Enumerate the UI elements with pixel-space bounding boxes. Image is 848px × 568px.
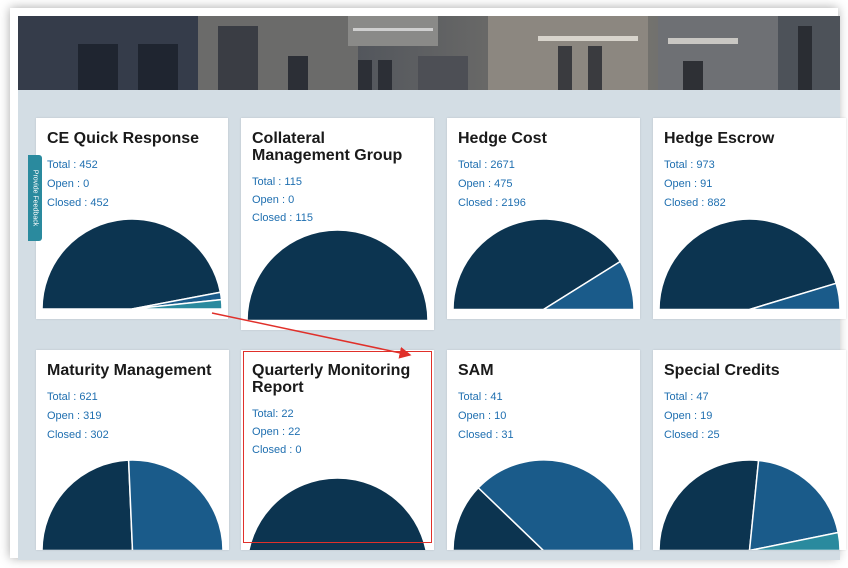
card-title: Quarterly Monitoring Report — [252, 362, 411, 396]
card-closed: Closed : 0 — [252, 444, 302, 456]
header-banner-image — [18, 16, 840, 90]
pie-slice[interactable] — [246, 229, 429, 322]
pie-slice[interactable] — [247, 477, 428, 550]
card-open: Open : 0 — [47, 178, 90, 190]
card-open: Open : 22 — [252, 426, 301, 438]
card-open: Open : 19 — [664, 410, 713, 422]
card-open: Open : 0 — [252, 194, 295, 206]
status-half-pie-chart — [658, 218, 841, 311]
card-closed: Closed : 25 — [664, 429, 720, 441]
status-half-pie-chart — [658, 459, 841, 550]
card-title: SAM — [458, 362, 494, 379]
card-open: Open : 319 — [47, 410, 102, 422]
status-half-pie-chart — [246, 229, 429, 322]
card-total: Total: 22 — [252, 408, 294, 420]
card-title: Hedge Cost — [458, 130, 547, 147]
card-title: Hedge Escrow — [664, 130, 775, 147]
status-half-pie-chart — [41, 459, 224, 550]
card-sam[interactable]: SAM Total : 41 Open : 10 Closed : 31 — [447, 350, 640, 550]
card-title: Collateral Management Group — [252, 130, 403, 164]
card-total: Total : 47 — [664, 391, 709, 403]
card-hedge-cost[interactable]: Hedge Cost Total : 2671 Open : 475 Close… — [447, 118, 640, 319]
building-photo — [18, 16, 840, 90]
card-total: Total : 2671 — [458, 159, 515, 171]
card-closed: Closed : 2196 — [458, 197, 526, 209]
card-title: Maturity Management — [47, 362, 212, 379]
card-hedge-escrow[interactable]: Hedge Escrow Total : 973 Open : 91 Close… — [653, 118, 846, 319]
card-closed: Closed : 882 — [664, 197, 726, 209]
status-half-pie-chart — [452, 459, 635, 550]
pie-slice[interactable] — [127, 459, 224, 550]
feedback-label: Provide Feedback — [31, 169, 39, 227]
card-total: Total : 115 — [252, 176, 302, 188]
card-open: Open : 91 — [664, 178, 713, 190]
card-special-credits[interactable]: Special Credits Total : 47 Open : 19 Clo… — [653, 350, 846, 550]
card-title: Special Credits — [664, 362, 780, 379]
card-closed: Closed : 302 — [47, 429, 109, 441]
card-closed: Closed : 31 — [458, 429, 514, 441]
card-closed: Closed : 452 — [47, 197, 109, 209]
card-quarterly-monitoring-report[interactable]: Quarterly Monitoring Report Total: 22 Op… — [241, 350, 434, 550]
pie-slice[interactable] — [658, 459, 760, 550]
card-total: Total : 973 — [664, 159, 715, 171]
card-ce-quick-response[interactable]: CE Quick Response Total : 452 Open : 0 C… — [36, 118, 228, 319]
card-total: Total : 452 — [47, 159, 98, 171]
provide-feedback-tab[interactable]: Provide Feedback — [28, 155, 42, 241]
card-title: CE Quick Response — [47, 130, 200, 147]
pie-slice[interactable] — [41, 218, 222, 310]
card-open: Open : 475 — [458, 178, 513, 190]
status-half-pie-chart — [247, 477, 428, 550]
card-collateral-management-group[interactable]: Collateral Management Group Total : 115 … — [241, 118, 434, 330]
status-half-pie-chart — [452, 218, 635, 311]
pie-slice[interactable] — [41, 459, 134, 550]
card-total: Total : 621 — [47, 391, 98, 403]
status-half-pie-chart — [41, 218, 223, 310]
card-total: Total : 41 — [458, 391, 503, 403]
card-open: Open : 10 — [458, 410, 507, 422]
card-maturity-management[interactable]: Maturity Management Total : 621 Open : 3… — [36, 350, 229, 550]
